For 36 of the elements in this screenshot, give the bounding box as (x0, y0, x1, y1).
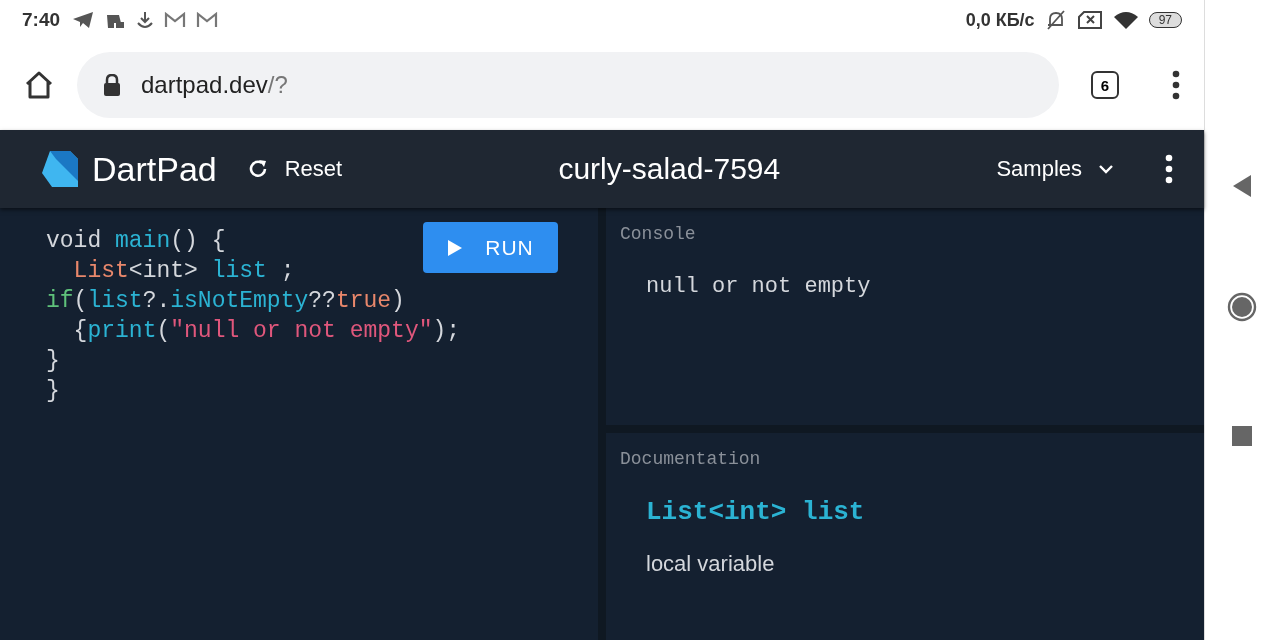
app-title: DartPad (92, 149, 217, 189)
code-line: } (46, 377, 60, 406)
code-editor[interactable]: void main() { List<int> list ; if(list?.isNotEmpty??true) {print("null or not empty"); } } RUN (0, 208, 598, 640)
code-line: void main() { (46, 227, 226, 256)
mail-icon (164, 12, 187, 28)
more-menu-icon[interactable] (1164, 154, 1174, 184)
muted-bell-icon (1044, 10, 1067, 30)
tab-count[interactable]: 6 (1091, 71, 1119, 99)
address-bar[interactable]: dartpad.dev/? (77, 52, 1059, 118)
clock-time: 7:40 (22, 9, 61, 31)
lock-icon (103, 74, 121, 96)
more-menu-icon[interactable] (1171, 70, 1181, 100)
chevron-down-icon (1098, 164, 1114, 174)
battery-level: 97 (1148, 12, 1182, 28)
project-title: curly-salad-7594 (557, 152, 782, 186)
doc-description: local variable (646, 551, 775, 577)
dart-logo-icon (40, 149, 80, 189)
network-speed: 0,0 КБ/с (965, 9, 1035, 31)
code-line: } (46, 347, 60, 376)
paper-plane-icon (72, 11, 95, 29)
code-line: if(list?.isNotEmpty??true) (46, 287, 405, 316)
code-line: {print("null or not empty"); (72, 317, 461, 346)
no-sim-icon (1076, 11, 1103, 29)
back-icon[interactable] (1231, 174, 1253, 198)
mail-icon (196, 12, 219, 28)
console-output: null or not empty (646, 274, 871, 299)
play-icon (447, 238, 464, 257)
panel-label: Documentation (620, 449, 761, 469)
code-line: List<int> list ; (72, 257, 295, 286)
reset-button[interactable]: Reset (246, 156, 343, 182)
samples-dropdown[interactable]: Samples (996, 156, 1114, 182)
panel-label: Console (620, 224, 696, 244)
home-circle-icon[interactable] (1227, 292, 1257, 322)
download-icon (136, 11, 155, 29)
doc-title: List<int> list (646, 497, 865, 527)
home-icon[interactable] (23, 69, 55, 101)
